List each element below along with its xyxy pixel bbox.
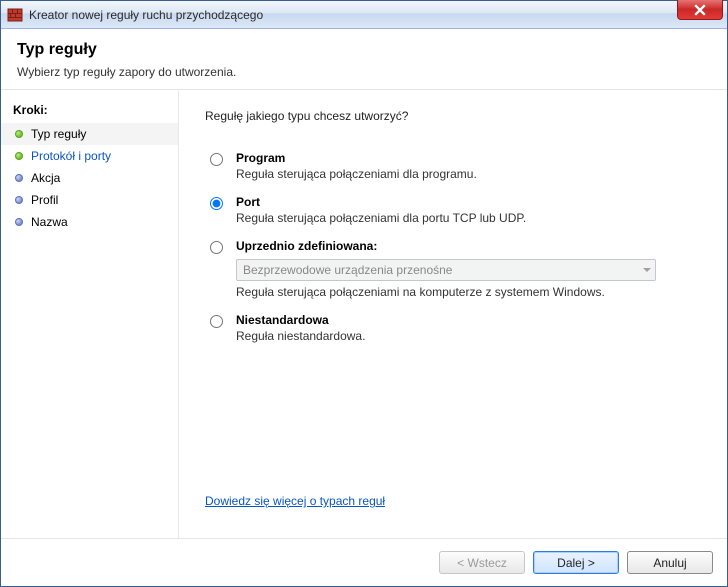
step-label: Nazwa [31, 215, 68, 229]
body: Kroki: Typ reguły Protokół i porty Akcja… [1, 90, 727, 538]
option-desc: Reguła sterująca połączeniami na kompute… [236, 285, 703, 299]
wizard-window: Kreator nowej reguły ruchu przychodząceg… [0, 0, 728, 587]
radio-port[interactable] [210, 197, 223, 210]
header: Typ reguły Wybierz typ reguły zapory do … [1, 29, 727, 90]
footer: < Wstecz Dalej > Anuluj [1, 538, 727, 586]
step-bullet-icon [15, 130, 23, 138]
radio-predefined[interactable] [210, 241, 223, 254]
option-desc: Reguła sterująca połączeniami dla portu … [236, 211, 703, 225]
option-title: Uprzednio zdefiniowana: [236, 239, 703, 253]
next-button[interactable]: Dalej > [533, 551, 619, 574]
prompt-text: Regułę jakiego typu chcesz utworzyć? [205, 109, 703, 123]
radio-custom[interactable] [210, 315, 223, 328]
step-protocol-ports[interactable]: Protokół i porty [1, 145, 178, 167]
chevron-down-icon [643, 268, 651, 272]
option-custom[interactable]: Niestandardowa Reguła niestandardowa. [205, 313, 703, 343]
page-subtitle: Wybierz typ reguły zapory do utworzenia. [17, 65, 711, 79]
firewall-icon [7, 7, 23, 23]
content-pane: Regułę jakiego typu chcesz utworzyć? Pro… [179, 91, 727, 538]
step-label: Protokół i porty [31, 149, 111, 163]
option-title: Niestandardowa [236, 313, 703, 327]
option-title: Program [236, 151, 703, 165]
step-label: Profil [31, 193, 58, 207]
option-predefined[interactable]: Uprzednio zdefiniowana: Bezprzewodowe ur… [205, 239, 703, 299]
step-label: Akcja [31, 171, 60, 185]
back-button: < Wstecz [439, 551, 525, 574]
steps-heading: Kroki: [1, 99, 178, 123]
steps-sidebar: Kroki: Typ reguły Protokół i porty Akcja… [1, 91, 179, 538]
option-desc: Reguła niestandardowa. [236, 329, 703, 343]
step-rule-type[interactable]: Typ reguły [1, 123, 178, 145]
option-port[interactable]: Port Reguła sterująca połączeniami dla p… [205, 195, 703, 225]
predefined-combo[interactable]: Bezprzewodowe urządzenia przenośne [236, 259, 656, 281]
radio-program[interactable] [210, 153, 223, 166]
combo-value: Bezprzewodowe urządzenia przenośne [243, 263, 452, 277]
step-bullet-icon [15, 196, 23, 204]
page-title: Typ reguły [17, 41, 711, 59]
step-label: Typ reguły [31, 127, 86, 141]
learn-more-link[interactable]: Dowiedz się więcej o typach reguł [205, 494, 703, 508]
step-bullet-icon [15, 218, 23, 226]
close-button[interactable] [677, 0, 723, 20]
step-bullet-icon [15, 152, 23, 160]
close-icon [694, 4, 706, 16]
step-name[interactable]: Nazwa [1, 211, 178, 233]
step-profile[interactable]: Profil [1, 189, 178, 211]
titlebar: Kreator nowej reguły ruchu przychodząceg… [1, 1, 727, 29]
window-title: Kreator nowej reguły ruchu przychodząceg… [29, 8, 263, 22]
option-program[interactable]: Program Reguła sterująca połączeniami dl… [205, 151, 703, 181]
option-desc: Reguła sterująca połączeniami dla progra… [236, 167, 703, 181]
option-title: Port [236, 195, 703, 209]
cancel-button[interactable]: Anuluj [627, 551, 713, 574]
step-action[interactable]: Akcja [1, 167, 178, 189]
step-bullet-icon [15, 174, 23, 182]
